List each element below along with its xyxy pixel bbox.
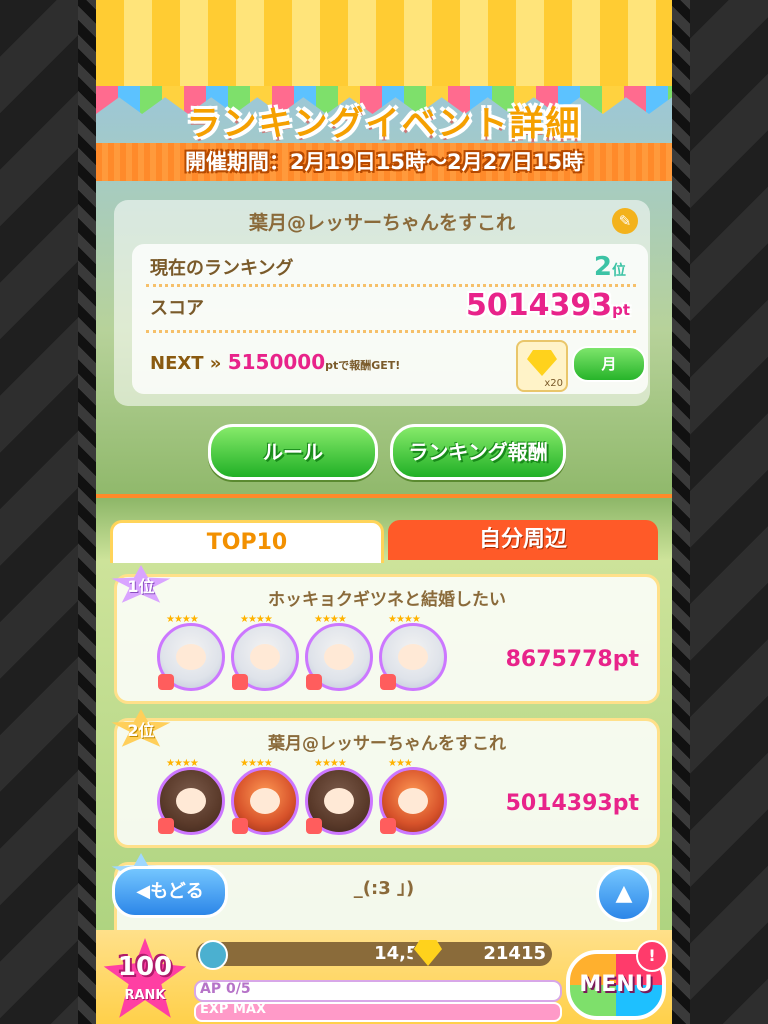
alert-icon: ! <box>636 940 668 972</box>
page-title: ランキングイベント詳細 <box>186 104 582 144</box>
avatar: ★★★ <box>379 758 447 835</box>
divider <box>146 330 636 333</box>
player-points: 5014393pt <box>505 791 639 816</box>
status-footer: 100 RANK 14,577,501 21415 AP 0/5 EXP MAX… <box>96 930 672 1024</box>
avatar: ★★★★ <box>157 758 225 835</box>
player-name: 葉月@レッサーちゃんをすこれ <box>268 734 506 754</box>
gem-icon <box>527 350 557 376</box>
ranking-reward-button[interactable]: ランキング報酬 <box>390 424 566 480</box>
reward-count: x20 <box>544 378 563 389</box>
party-avatars: ★★★★ ★★★★ ★★★★ ★★★★ <box>157 614 457 695</box>
right-border <box>672 0 768 1024</box>
current-rank-value: 2位 <box>593 252 626 282</box>
section-divider <box>96 494 672 498</box>
coin-icon <box>198 940 228 970</box>
ap-label: AP 0/5 <box>200 981 251 997</box>
left-border <box>0 0 96 1024</box>
rule-button[interactable]: ルール <box>208 424 378 480</box>
back-button[interactable]: ◀もどる <box>112 866 228 918</box>
player-name: ホッキョクギツネと結婚したい <box>268 590 506 610</box>
next-reward-text: NEXT » 5150000ptで報酬GET! <box>150 350 401 374</box>
score-value: 5014393pt <box>465 288 630 323</box>
event-period: 開催期間：2月19日15時～2月27日15時 <box>96 143 672 181</box>
player-rank-number: 100 <box>117 952 173 982</box>
game-screen: ランキングイベント詳細 開催期間：2月19日15時～2月27日15時 葉月@レッ… <box>96 0 672 1024</box>
top-band <box>96 0 672 92</box>
party-avatars: ★★★★ ★★★★ ★★★★ ★★★ <box>157 758 457 839</box>
my-ranking-details: 現在のランキング 2位 スコア 5014393pt NEXT » 5150000… <box>132 244 648 394</box>
tab-top10[interactable]: TOP10 <box>110 520 384 563</box>
divider <box>146 284 636 287</box>
player-points: 8675778pt <box>505 647 639 672</box>
ranking-row: 2位 葉月@レッサーちゃんをすこれ ★★★★ ★★★★ ★★★★ ★★★ 501… <box>111 709 660 848</box>
avatar: ★★★★ <box>231 614 299 691</box>
avatar: ★★★★ <box>231 758 299 835</box>
ranking-row: 1位 ホッキョクギツネと結婚したい ★★★★ ★★★★ ★★★★ ★★★★ 86… <box>111 565 660 704</box>
month-button[interactable]: 月 <box>572 346 646 382</box>
gem-count: 21415 <box>483 943 546 964</box>
avatar: ★★★★ <box>305 758 373 835</box>
my-user-name: 葉月@レッサーちゃんをすこれ <box>248 212 515 234</box>
player-rank-label: RANK <box>124 988 166 1003</box>
reward-item: x20 <box>516 340 568 392</box>
score-label: スコア <box>150 298 204 319</box>
my-ranking-panel: 葉月@レッサーちゃんをすこれ ✎ 現在のランキング 2位 スコア 5014393… <box>114 200 650 406</box>
exp-label: EXP MAX <box>200 1002 266 1017</box>
avatar: ★★★★ <box>157 614 225 691</box>
avatar: ★★★★ <box>305 614 373 691</box>
arrow-up-icon[interactable]: ▲ <box>596 866 652 922</box>
tab-around-me[interactable]: 自分周辺 <box>388 520 658 560</box>
current-rank-label: 現在のランキング <box>150 258 294 279</box>
avatar: ★★★★ <box>379 614 447 691</box>
pencil-icon[interactable]: ✎ <box>612 208 638 234</box>
